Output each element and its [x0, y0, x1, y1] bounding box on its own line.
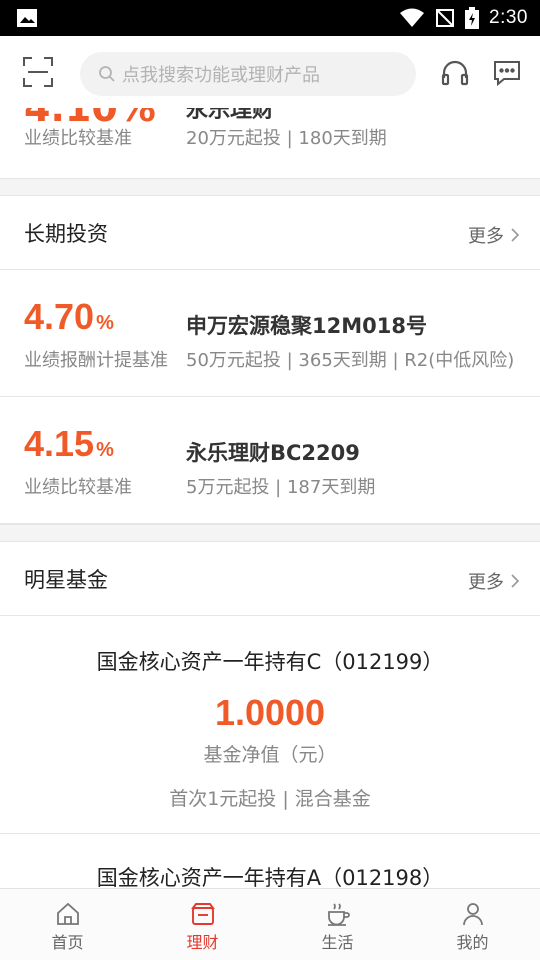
- tab-label: 首页: [51, 933, 84, 952]
- section-header-long-term: 长期投资 更多: [0, 196, 540, 270]
- tab-home[interactable]: 首页: [0, 889, 135, 960]
- product-info: 50万元起投 | 365天到期 | R2(中低风险): [186, 350, 515, 371]
- fund-name: 国金核心资产一年持有C（012199）: [96, 650, 444, 674]
- section-title: 长期投资: [24, 222, 108, 246]
- product-item[interactable]: 4.70% 业绩报酬计提基准 申万宏源稳聚12M018号 50万元起投 | 36…: [0, 270, 540, 397]
- tab-wealth[interactable]: 理财: [135, 889, 270, 960]
- headset-icon[interactable]: [440, 58, 470, 88]
- more-label: 更多: [468, 572, 504, 593]
- more-label: 更多: [468, 226, 504, 247]
- product-item-partial[interactable]: 4.10% 永乐理财 业绩比较基准 20万元起投 | 180天到期: [0, 108, 540, 178]
- chevron-right-icon: [511, 228, 520, 242]
- tab-label: 理财: [186, 933, 219, 952]
- product-name: 永乐理财BC2209: [186, 441, 360, 465]
- fund-nav-value: 1.0000: [214, 692, 326, 733]
- content-scroll[interactable]: 4.10% 永乐理财 业绩比较基准 20万元起投 | 180天到期 长期投资 更…: [0, 108, 540, 888]
- product-rate: 4.70%: [24, 296, 114, 337]
- tab-label: 生活: [321, 933, 354, 952]
- product-name: 申万宏源稳聚12M018号: [186, 314, 427, 338]
- battery-charging-icon: [465, 7, 480, 29]
- search-icon: [99, 66, 115, 82]
- tab-life[interactable]: 生活: [270, 889, 405, 960]
- top-header: 点我搜索功能或理财产品: [0, 36, 540, 108]
- more-link[interactable]: 更多: [468, 222, 520, 248]
- search-placeholder: 点我搜索功能或理财产品: [122, 65, 320, 86]
- fund-nav-label: 基金净值（元）: [203, 744, 337, 766]
- gallery-icon: [17, 9, 37, 27]
- product-benchmark-label: 业绩比较基准: [24, 128, 132, 149]
- status-bar: 2:30: [0, 0, 540, 36]
- product-benchmark-label: 业绩报酬计提基准: [24, 350, 168, 371]
- search-input[interactable]: 点我搜索功能或理财产品: [80, 52, 416, 96]
- coffee-icon: [327, 903, 350, 926]
- bottom-nav: 首页 理财 生活 我的: [0, 888, 540, 960]
- no-signal-icon: [436, 9, 455, 27]
- section-header-star-funds: 明星基金 更多: [0, 542, 540, 616]
- scan-icon[interactable]: [22, 56, 54, 88]
- product-item[interactable]: 4.15% 业绩比较基准 永乐理财BC2209 5万元起投 | 187天到期: [0, 397, 540, 524]
- fund-info: 首次1元起投 | 混合基金: [169, 788, 371, 810]
- product-info: 5万元起投 | 187天到期: [186, 477, 376, 498]
- home-icon: [56, 902, 79, 925]
- product-info: 20万元起投 | 180天到期: [186, 128, 387, 149]
- section-divider: [0, 178, 540, 196]
- fund-item[interactable]: 国金核心资产一年持有A（012198）: [0, 834, 540, 888]
- product-rate: 4.15%: [24, 423, 114, 464]
- wifi-icon: [400, 8, 425, 27]
- chevron-right-icon: [511, 574, 520, 588]
- more-link[interactable]: 更多: [468, 568, 520, 594]
- section-title: 明星基金: [24, 568, 108, 592]
- product-benchmark-label: 业绩比较基准: [24, 477, 132, 498]
- product-name: 永乐理财: [186, 108, 275, 123]
- fund-name: 国金核心资产一年持有A（012198）: [96, 866, 444, 888]
- fund-item[interactable]: 国金核心资产一年持有C（012199） 1.0000 基金净值（元） 首次1元起…: [0, 616, 540, 834]
- clock: 2:30: [489, 7, 528, 28]
- message-icon[interactable]: [492, 58, 522, 88]
- tab-me[interactable]: 我的: [405, 889, 540, 960]
- wallet-icon: [190, 903, 215, 925]
- user-icon: [462, 903, 483, 926]
- section-divider: [0, 524, 540, 542]
- tab-label: 我的: [456, 933, 489, 952]
